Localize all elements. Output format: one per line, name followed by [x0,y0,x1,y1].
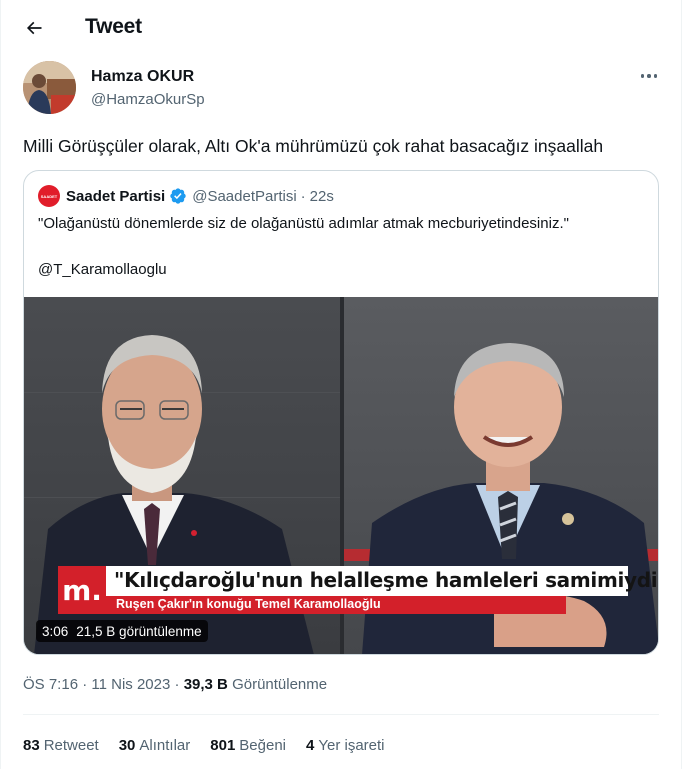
tweet-time[interactable]: ÖS 7:16 [23,676,78,693]
verified-badge-icon [170,188,186,204]
quoted-author-avatar[interactable]: SAADET [38,185,60,207]
video-player[interactable]: m. "Kılıçdaroğlu'nun helalleşme hamleler… [24,297,658,654]
tweet-page: Tweet Hamza OKUR @HamzaOkurSp Milli Görü… [0,0,682,769]
video-subline: Ruşen Çakır'ın konuğu Temel Karamollaoğl… [116,597,381,611]
back-button[interactable] [17,11,51,45]
views-label: Görüntülenme [232,676,328,693]
bookmarks-label: Yer işareti [318,737,385,754]
video-duration: 3:06 [42,623,69,639]
subline-bar: Ruşen Çakır'ın konuğu Temel Karamollaoğl… [106,596,566,614]
video-headline: "Kılıçdaroğlu'nun helalleşme hamleleri s… [114,568,659,592]
header: Tweet [1,0,681,53]
quotes-label: Alıntılar [139,737,191,754]
likes-label: Beğeni [239,737,287,754]
channel-logo: m. [58,566,106,614]
video-view-count: 21,5 B görüntülenme [76,623,202,639]
more-dot [640,74,645,78]
likes-stat[interactable]: 801 Beğeni [210,737,286,754]
author-handle[interactable]: @HamzaOkurSp [91,91,205,108]
meta-separator: · [82,676,88,693]
meta-separator: · [174,676,180,693]
author-name[interactable]: Hamza OKUR [91,68,194,86]
tweet-meta: ÖS 7:16 · 11 Nis 2023 · 39,3 B Görüntüle… [23,676,327,693]
views-count: 39,3 B [183,676,228,693]
quotes-stat[interactable]: 30 Alıntılar [119,737,191,754]
more-dot [647,74,651,78]
bookmarks-stat[interactable]: 4 Yer işareti [306,737,385,754]
retweets-label: Retweet [43,737,99,754]
quoted-avatar-logo-text: SAADET [40,193,58,199]
retweets-stat[interactable]: 83 Retweet [23,737,99,754]
separator-dot: · [300,187,306,205]
quoted-author-handle[interactable]: @SaadetPartisi [192,188,296,205]
quoted-tweet-mention[interactable]: @T_Karamollaoglu [38,261,167,278]
likes-count: 801 [210,737,236,754]
tweet-date[interactable]: 11 Nis 2023 [91,676,170,693]
bookmarks-count: 4 [306,737,315,754]
headline-bar: "Kılıçdaroğlu'nun helalleşme hamleleri s… [106,566,658,596]
more-options-button[interactable] [635,62,663,90]
author-avatar[interactable] [23,61,76,114]
quotes-count: 30 [118,737,136,754]
more-dot [653,74,658,78]
quoted-tweet-text: "Olağanüstü dönemlerde siz de olağanüstü… [38,215,569,232]
video-duration-badge: 3:06 21,5 B görüntülenme [36,620,208,642]
quoted-tweet-time[interactable]: 22s [310,188,334,205]
lower-third-caption: m. "Kılıçdaroğlu'nun helalleşme hamleler… [58,566,658,614]
page-title: Tweet [85,15,142,38]
quoted-tweet-card[interactable]: SAADET Saadet Partisi @SaadetPartisi · 2… [23,170,659,655]
back-arrow-icon [26,21,42,35]
quoted-author-name[interactable]: Saadet Partisi [66,188,165,205]
quoted-tweet-header: SAADET Saadet Partisi @SaadetPartisi · 2… [38,185,334,207]
tweet-stats: 83 Retweet 30 Alıntılar 801 Beğeni 4 Yer işa… [23,737,405,754]
divider [23,714,659,715]
retweets-count: 83 [23,737,40,754]
tweet-text: Milli Görüşçüler olarak, Altı Ok'a mührü… [23,136,604,156]
